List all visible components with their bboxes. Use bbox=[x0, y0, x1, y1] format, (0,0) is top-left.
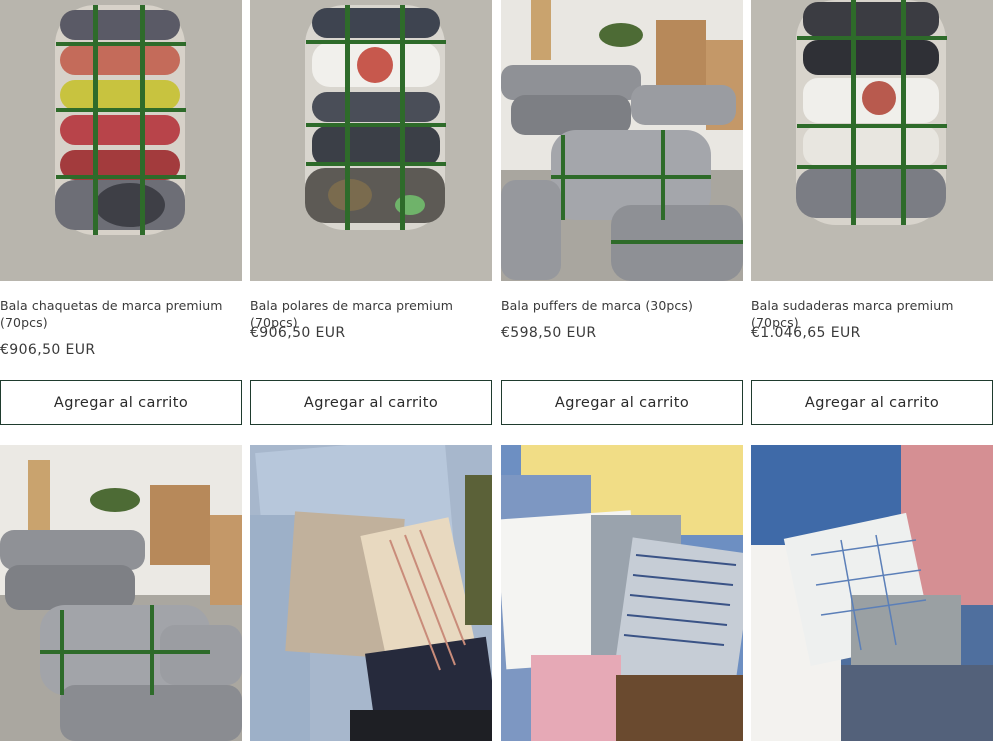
product-image-bale-sweatshirts[interactable] bbox=[751, 0, 993, 281]
add-to-cart-button[interactable]: Agregar al carrito bbox=[501, 380, 743, 425]
add-to-cart-button[interactable]: Agregar al carrito bbox=[0, 380, 242, 425]
product-image-warehouse-bales[interactable] bbox=[0, 445, 242, 741]
product-image-bale-fleece[interactable] bbox=[250, 0, 492, 281]
product-image-shirts-pile[interactable] bbox=[250, 445, 492, 741]
product-title[interactable]: Bala chaquetas de marca premium (70pcs) bbox=[0, 297, 242, 331]
product-image-shirts-pile[interactable] bbox=[501, 445, 743, 741]
product-image-bale-puffers[interactable] bbox=[501, 0, 743, 281]
add-to-cart-button[interactable]: Agregar al carrito bbox=[250, 380, 492, 425]
product-image-shirts-pile[interactable] bbox=[751, 445, 993, 741]
product-grid: Bala chaquetas de marca premium (70pcs) … bbox=[0, 0, 997, 741]
product-price: €1.046,65 EUR bbox=[751, 325, 861, 341]
product-price: €906,50 EUR bbox=[250, 325, 346, 341]
product-title[interactable]: Bala puffers de marca (30pcs) bbox=[501, 297, 743, 314]
product-image-bale-jackets[interactable] bbox=[0, 0, 242, 281]
product-price: €598,50 EUR bbox=[501, 325, 597, 341]
add-to-cart-button[interactable]: Agregar al carrito bbox=[751, 380, 993, 425]
product-price: €906,50 EUR bbox=[0, 342, 96, 358]
